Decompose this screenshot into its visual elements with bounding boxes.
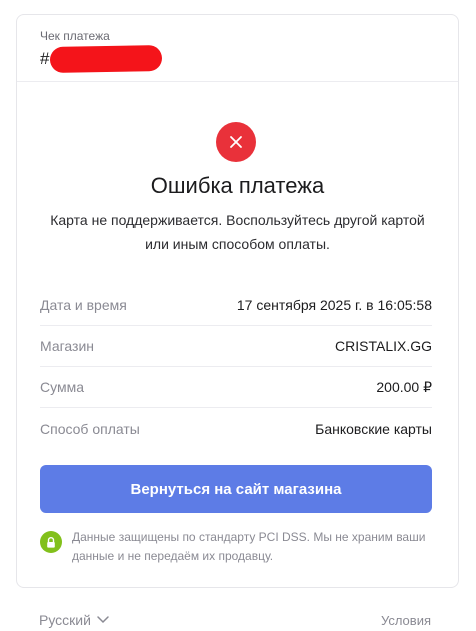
detail-label: Сумма [40, 379, 84, 395]
chevron-down-icon [97, 616, 109, 624]
status-message: Карта не поддерживается. Воспользуйтесь … [50, 212, 425, 252]
detail-label: Дата и время [40, 297, 127, 313]
receipt-label: Чек платежа [40, 29, 110, 43]
redaction-mark [50, 45, 163, 73]
return-to-store-button[interactable]: Вернуться на сайт магазина [40, 465, 432, 513]
payment-details: Дата и время 17 сентября 2025 г. в 16:05… [40, 285, 432, 449]
detail-row-datetime: Дата и время 17 сентября 2025 г. в 16:05… [40, 285, 432, 326]
language-label: Русский [39, 612, 91, 628]
detail-value: 200.00 ₽ [376, 378, 432, 395]
security-notice: Данные защищены по стандарту PCI DSS. Мы… [40, 528, 432, 566]
terms-link[interactable]: Условия [381, 613, 431, 628]
status-title: Ошибка платежа [150, 173, 325, 198]
detail-label: Способ оплаты [40, 420, 140, 437]
receipt-id-prefix: # [40, 49, 50, 68]
security-text: Данные защищены по стандарту PCI DSS. Мы… [72, 530, 426, 563]
close-icon [216, 122, 256, 162]
footer: Русский Условия [39, 612, 431, 628]
receipt-header: Чек платежа # [17, 15, 458, 82]
detail-row-payment-method: Способ оплаты Банковские карты [40, 408, 432, 449]
receipt-card: Чек платежа # Ошибка платежа Карта не по… [16, 14, 459, 588]
detail-value: 17 сентября 2025 г. в 16:05:58 [236, 297, 432, 313]
detail-row-amount: Сумма 200.00 ₽ [40, 367, 432, 408]
detail-row-store: Магазин CRISTALIX.GG [40, 326, 432, 367]
receipt-id: # [40, 45, 458, 73]
detail-value: Банковские карты [315, 420, 432, 437]
language-selector[interactable]: Русский [39, 612, 110, 628]
detail-label: Магазин [40, 338, 95, 354]
lock-icon [40, 531, 62, 553]
detail-value: CRISTALIX.GG [335, 338, 432, 354]
